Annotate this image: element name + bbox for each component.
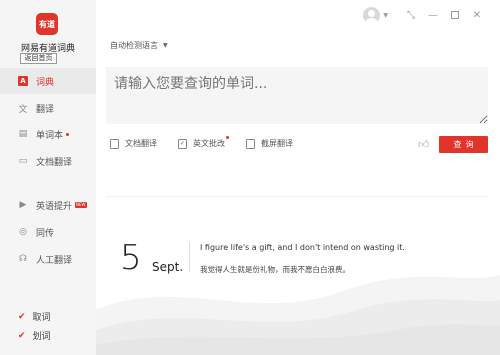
app-logo: 有道	[36, 13, 58, 35]
word-capture-checkbox[interactable]: ✔ 取词	[18, 310, 51, 324]
wordbook-icon: ▤	[18, 129, 28, 139]
sidebar-item-label: 英语提升	[36, 201, 73, 212]
doc-translate-tool[interactable]: 文档翻译	[110, 138, 157, 149]
close-icon[interactable]: ✕	[468, 6, 486, 24]
chevron-down-icon[interactable]: ▼	[383, 12, 388, 19]
check-document-icon: ✓	[178, 138, 187, 149]
chevron-down-icon: ▼	[163, 42, 168, 49]
quote-chinese: 我觉得人生就是份礼物，而我不愿白白浪费。	[200, 265, 350, 274]
sidebar-item-label: 人工翻译	[36, 255, 73, 266]
checkbox-label: 取词	[32, 313, 51, 323]
quote-separator	[189, 242, 190, 272]
query-button[interactable]: 查询	[439, 136, 488, 153]
screenshot-translate-tool[interactable]: 截屏翻译	[246, 138, 293, 149]
thumbs-up-icon[interactable]: 👍︎	[418, 138, 430, 151]
screenshot-icon	[246, 138, 255, 149]
checkmark-icon: ✔	[18, 311, 26, 322]
sidebar-item-dictionary[interactable]: A 词典	[0, 68, 96, 94]
language-select-label: 自动检测语言	[110, 41, 158, 50]
notification-dot	[226, 136, 229, 139]
translate-icon: 文	[18, 104, 28, 115]
sidebar-item-label: 文档翻译	[36, 157, 73, 168]
english-correction-tool[interactable]: ✓ 英文批改	[178, 136, 229, 149]
avatar[interactable]	[363, 6, 381, 24]
sidebar-item-label: 单词本	[36, 130, 64, 141]
notification-dot	[66, 132, 70, 136]
sidebar-item-human-translate[interactable]: ☊ 人工翻译	[0, 246, 96, 272]
sidebar-item-simultaneous[interactable]: ◎ 同传	[0, 219, 96, 245]
sidebar-item-doc-translate[interactable]: ▭ 文档翻译	[0, 148, 96, 174]
document-icon: ▭	[18, 156, 28, 166]
document-icon	[110, 138, 119, 149]
maximize-icon[interactable]	[446, 6, 464, 24]
main-panel: ▼ ⤡ — ✕ 自动检测语言 ▼ 文档翻译 ✓ 英文批改 截屏翻译 👍︎ 查询 …	[96, 0, 500, 355]
checkmark-icon: ✔	[18, 330, 26, 341]
simultaneous-icon: ◎	[19, 227, 27, 237]
language-select[interactable]: 自动检测语言 ▼	[110, 40, 168, 51]
tool-label: 文档翻译	[125, 139, 157, 148]
toolbar: 文档翻译 ✓ 英文批改 截屏翻译	[110, 136, 314, 149]
sidebar: 有道 网易有道词典 返回首页 A 词典 文 翻译 ▤ 单词本 ▭ 文档翻译 ▶ …	[0, 0, 96, 355]
quote-month: Sept.	[152, 260, 184, 274]
sidebar-item-wordbook[interactable]: ▤ 单词本	[0, 121, 96, 147]
back-home-button[interactable]: 返回首页	[20, 53, 57, 64]
search-input[interactable]	[106, 67, 488, 124]
sidebar-item-label: 同传	[36, 228, 55, 239]
quote-day: 5	[120, 238, 142, 278]
minimize-icon[interactable]: —	[424, 6, 442, 24]
new-badge: NEW	[75, 202, 87, 208]
headset-icon: ☊	[19, 254, 27, 264]
dictionary-icon: A	[18, 76, 28, 86]
quote-english: I figure life's a gift, and I don't inte…	[200, 243, 405, 252]
divider	[106, 196, 488, 197]
word-select-checkbox[interactable]: ✔ 划词	[18, 329, 51, 343]
tool-label: 截屏翻译	[261, 139, 293, 148]
checkbox-label: 划词	[32, 332, 51, 342]
tool-label: 英文批改	[193, 139, 225, 148]
sidebar-item-english-improve[interactable]: ▶ 英语提升 NEW	[0, 192, 96, 218]
window-controls: ▼ ⤡ — ✕	[363, 6, 486, 24]
sidebar-item-translate[interactable]: 文 翻译	[0, 95, 96, 121]
mini-mode-icon[interactable]: ⤡	[402, 6, 420, 24]
sidebar-item-label: 翻译	[36, 104, 55, 115]
sidebar-item-label: 词典	[36, 77, 55, 88]
play-icon: ▶	[19, 200, 27, 210]
